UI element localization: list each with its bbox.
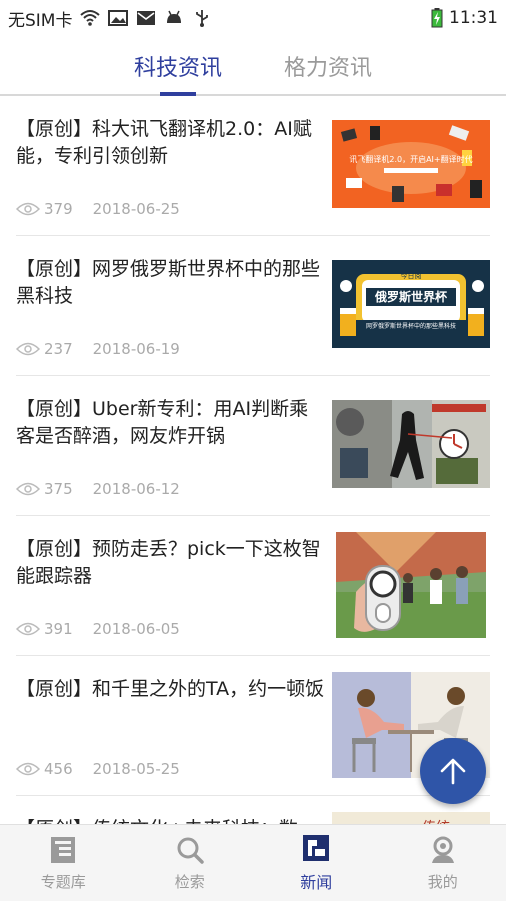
- article-title[interactable]: 【原创】Uber新专利：用AI判断乘客是否醉酒，网友炸开锅: [16, 396, 326, 450]
- nav-label: 新闻: [300, 869, 332, 893]
- article-title[interactable]: 【原创】科大讯飞翻译机2.0：AI赋能，专利引领创新: [16, 116, 326, 170]
- mail-icon: [136, 9, 156, 27]
- nav-news[interactable]: 新闻: [253, 825, 380, 901]
- article-date: 2018-06-12: [93, 480, 180, 498]
- scroll-to-top-button[interactable]: [420, 738, 486, 804]
- article-thumbnail[interactable]: [332, 400, 490, 488]
- status-bar: 无SIM卡 11:31: [0, 0, 506, 36]
- clock: 11:31: [449, 8, 498, 28]
- profile-icon: [428, 835, 458, 865]
- tab-bar: 科技资讯 格力资讯: [0, 36, 506, 96]
- article-date: 2018-06-25: [93, 200, 180, 218]
- thumb-subline: 网罗俄罗斯世界杯中的那些黑科技: [366, 322, 456, 330]
- article-thumbnail[interactable]: 今日阅 俄罗斯世界杯 网罗俄罗斯世界杯中的那些黑科技: [332, 260, 490, 348]
- view-count: 391: [44, 620, 73, 638]
- thumb-caption: 讯飞翻译机2.0，开启AI+翻译时代: [349, 154, 472, 164]
- list-item[interactable]: 【原创】预防走丢？pick一下这枚智能跟踪器 391 2018-06-05: [16, 516, 490, 656]
- list-item[interactable]: 【原创】科大讯飞翻译机2.0：AI赋能，专利引领创新 379 2018-06-2…: [16, 96, 490, 236]
- article-meta: 375 2018-06-12: [16, 480, 180, 498]
- article-meta: 379 2018-06-25: [16, 200, 180, 218]
- nav-search[interactable]: 检索: [127, 825, 254, 901]
- article-meta: 237 2018-06-19: [16, 340, 180, 358]
- smart-tracker-image: [336, 532, 486, 638]
- eye-icon: [16, 342, 40, 356]
- arrow-up-icon: [438, 756, 468, 786]
- eye-icon: [16, 482, 40, 496]
- view-count: 379: [44, 200, 73, 218]
- carrier-text: 无SIM卡: [8, 6, 72, 31]
- thumb-headline: 俄罗斯世界杯: [374, 289, 448, 304]
- eye-icon: [16, 202, 40, 216]
- view-count: 456: [44, 760, 73, 778]
- list-item[interactable]: 【原创】传统文化+未来科技：数 传统: [16, 796, 490, 824]
- nav-topic-library[interactable]: 专题库: [0, 825, 127, 901]
- tab-gree-news[interactable]: 格力资讯: [284, 50, 372, 94]
- article-meta: 456 2018-05-25: [16, 760, 180, 778]
- uber-patent-image: [332, 400, 490, 488]
- translator-promo-image: 讯飞翻译机2.0，开启AI+翻译时代: [332, 120, 490, 208]
- article-title[interactable]: 【原创】预防走丢？pick一下这枚智能跟踪器: [16, 536, 326, 590]
- topic-library-icon: [48, 835, 78, 865]
- article-date: 2018-06-19: [93, 340, 180, 358]
- article-list[interactable]: 【原创】科大讯飞翻译机2.0：AI赋能，专利引领创新 379 2018-06-2…: [0, 96, 506, 824]
- android-icon: [164, 9, 184, 27]
- article-thumbnail[interactable]: [336, 532, 486, 638]
- article-title[interactable]: 【原创】和千里之外的TA，约一顿饭: [16, 676, 326, 703]
- usb-icon: [192, 9, 212, 27]
- article-meta: 391 2018-06-05: [16, 620, 180, 638]
- view-count: 375: [44, 480, 73, 498]
- news-icon: [301, 833, 331, 863]
- tab-tech-news[interactable]: 科技资讯: [134, 50, 222, 94]
- eye-icon: [16, 762, 40, 776]
- battery-icon: [431, 8, 443, 28]
- culture-tech-image: 传统: [332, 812, 490, 824]
- world-cup-image: 今日阅 俄罗斯世界杯 网罗俄罗斯世界杯中的那些黑科技: [332, 260, 490, 348]
- search-icon: [175, 835, 205, 865]
- nav-profile[interactable]: 我的: [380, 825, 506, 901]
- wifi-icon: [80, 9, 100, 27]
- nav-label: 我的: [428, 871, 458, 892]
- article-title[interactable]: 【原创】网罗俄罗斯世界杯中的那些黑科技: [16, 256, 326, 310]
- thumb-brand: 今日阅: [401, 271, 422, 280]
- article-title[interactable]: 【原创】传统文化+未来科技：数: [16, 816, 326, 824]
- article-thumbnail[interactable]: 讯飞翻译机2.0，开启AI+翻译时代: [332, 120, 490, 208]
- nav-label: 检索: [175, 871, 205, 892]
- view-count: 237: [44, 340, 73, 358]
- article-date: 2018-05-25: [93, 760, 180, 778]
- article-thumbnail[interactable]: 传统: [332, 812, 490, 824]
- article-date: 2018-06-05: [93, 620, 180, 638]
- eye-icon: [16, 622, 40, 636]
- image-icon: [108, 9, 128, 27]
- bottom-navigation: 专题库 检索 新闻 我的: [0, 824, 506, 901]
- list-item[interactable]: 【原创】和千里之外的TA，约一顿饭 456 2018-05-25: [16, 656, 490, 796]
- list-item[interactable]: 【原创】Uber新专利：用AI判断乘客是否醉酒，网友炸开锅 375 2018-0…: [16, 376, 490, 516]
- nav-label: 专题库: [41, 871, 86, 892]
- list-item[interactable]: 【原创】网罗俄罗斯世界杯中的那些黑科技 237 2018-06-19 今日阅 俄…: [16, 236, 490, 376]
